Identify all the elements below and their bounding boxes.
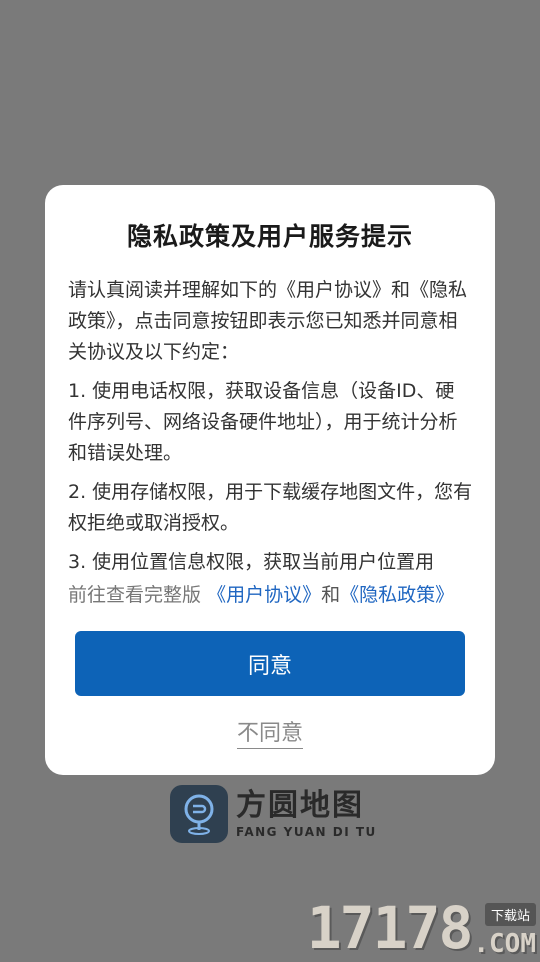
watermark-tag: 下载站: [484, 903, 536, 926]
logo-name-cn: 方圆地图: [236, 788, 364, 823]
dialog-item-2: 2. 使用存储权限，用于下载缓存地图文件，您有权拒绝或取消授权。: [68, 481, 473, 534]
full-version-line: 前往查看完整版 《用户协议》和《隐私政策》: [68, 580, 473, 610]
user-agreement-link[interactable]: 《用户协议》: [207, 584, 321, 606]
privacy-dialog: 隐私政策及用户服务提示 请认真阅读并理解如下的《用户协议》和《隐私政策》，点击同…: [45, 185, 495, 775]
privacy-policy-link[interactable]: 《隐私政策》: [340, 584, 454, 606]
dialog-item-1: 1. 使用电话权限，获取设备信息（设备ID、硬件序列号、网络设备硬件地址），用于…: [68, 380, 458, 464]
watermark-right: 下载站 .COM: [473, 903, 536, 958]
app-logo: 方圆地图 FANG YUAN DI TU: [170, 785, 377, 843]
disagree-container: 不同意: [45, 715, 495, 749]
dialog-title: 隐私政策及用户服务提示: [126, 222, 413, 251]
and-text: 和: [321, 584, 341, 606]
logo-name-en: FANG YUAN DI TU: [236, 825, 377, 839]
watermark-suffix: .COM: [473, 929, 536, 959]
agree-button[interactable]: 同意: [75, 631, 465, 696]
dialog-content[interactable]: 请认真阅读并理解如下的《用户协议》和《隐私政策》，点击同意按钮即表示您已知悉并同…: [68, 275, 473, 575]
dialog-item-3: 3. 使用位置信息权限，获取当前用户位置用: [68, 551, 435, 573]
dialog-intro: 请认真阅读并理解如下的《用户协议》和《隐私政策》，点击同意按钮即表示您已知悉并同…: [68, 279, 468, 363]
watermark-number: 17178: [306, 894, 474, 962]
logo-text: 方圆地图 FANG YUAN DI TU: [236, 788, 377, 840]
map-pin-icon: [170, 785, 228, 843]
full-version-prefix: 前往查看完整版: [68, 584, 202, 606]
watermark: 17178 下载站 .COM: [307, 898, 536, 958]
disagree-button[interactable]: 不同意: [236, 721, 303, 749]
